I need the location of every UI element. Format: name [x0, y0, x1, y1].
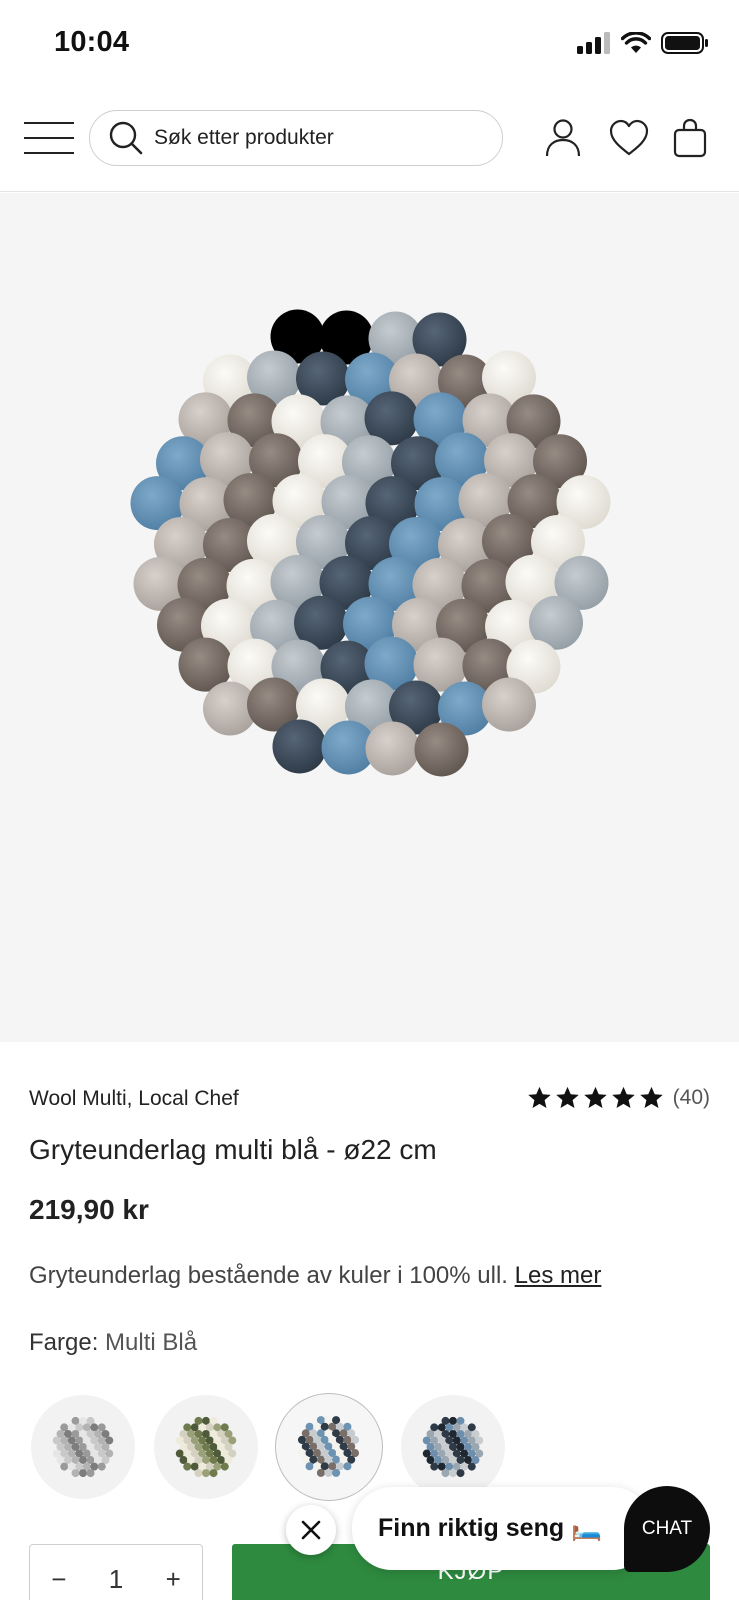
search-input[interactable]	[154, 126, 484, 150]
swatch-ball	[316, 1468, 325, 1477]
wifi-icon	[621, 32, 651, 53]
wool-balls	[130, 309, 611, 777]
read-more-link[interactable]: Les mer	[515, 1262, 602, 1289]
decrease-quantity-button[interactable]: −	[51, 1564, 66, 1595]
color-swatch-multi-blue[interactable]	[275, 1393, 383, 1501]
chat-button[interactable]: CHAT	[624, 1486, 710, 1572]
wool-ball	[414, 722, 469, 777]
swatch-ball	[86, 1469, 95, 1478]
swatch-ball	[183, 1462, 192, 1471]
swatch-ball	[449, 1469, 457, 1478]
color-swatch-gray[interactable]	[31, 1395, 135, 1499]
account-icon[interactable]	[544, 118, 582, 158]
status-time: 10:04	[54, 26, 130, 58]
quantity-value[interactable]: 1	[109, 1564, 123, 1595]
swatch-ball	[324, 1468, 333, 1477]
wishlist-heart-icon[interactable]	[608, 118, 650, 158]
color-label: Farge:	[29, 1329, 99, 1356]
star-icon	[583, 1086, 607, 1108]
wool-ball	[365, 721, 420, 776]
product-image	[130, 309, 611, 777]
increase-quantity-button[interactable]: +	[166, 1564, 181, 1595]
product-rating[interactable]: (40)	[527, 1086, 710, 1110]
quantity-stepper: − 1 +	[29, 1544, 203, 1600]
status-icons	[577, 32, 709, 54]
status-bar: 10:04	[0, 0, 739, 90]
swatch-ball	[332, 1468, 341, 1477]
color-swatch-dark[interactable]	[401, 1395, 505, 1499]
product-title: Gryteunderlag multi blå - ø22 cm	[29, 1134, 437, 1165]
swatch-ball	[71, 1469, 80, 1478]
battery-icon	[661, 32, 708, 54]
rating-stars	[527, 1086, 664, 1110]
close-icon	[301, 1520, 321, 1540]
star-icon	[555, 1086, 579, 1108]
swatch-ball	[194, 1469, 203, 1478]
swatch-ball	[60, 1462, 69, 1471]
search-icon	[109, 121, 143, 155]
search-bar[interactable]	[89, 110, 503, 166]
star-icon	[639, 1086, 663, 1108]
menu-icon-line	[24, 137, 74, 139]
cart-bag-icon[interactable]	[673, 118, 707, 158]
color-swatch-green[interactable]	[154, 1395, 258, 1499]
swatch-image	[422, 1416, 484, 1478]
wool-ball	[482, 677, 536, 732]
swatch-ball	[305, 1462, 314, 1471]
swatch-ball	[220, 1462, 229, 1471]
swatch-ball	[467, 1462, 476, 1471]
swatch-ball	[441, 1469, 450, 1478]
star-icon	[527, 1086, 551, 1108]
swatch-ball	[343, 1462, 352, 1471]
product-price: 219,90 kr	[29, 1194, 149, 1225]
star-icon	[611, 1086, 635, 1108]
swatch-ball	[209, 1469, 218, 1478]
signal-icon	[577, 32, 610, 54]
swatch-image	[52, 1416, 114, 1478]
swatch-image	[175, 1416, 237, 1478]
chat-promo-bubble[interactable]: Finn riktig seng 🛏️	[352, 1487, 652, 1570]
swatch-ball	[456, 1469, 465, 1478]
swatch-image	[297, 1416, 360, 1477]
site-header	[0, 90, 739, 192]
swatch-ball	[430, 1462, 439, 1471]
description-text: Gryteunderlag bestående av kuler i 100% …	[29, 1262, 508, 1289]
color-value: Multi Blå	[105, 1329, 198, 1356]
swatch-ball	[202, 1469, 210, 1478]
menu-button[interactable]	[24, 120, 76, 156]
swatch-ball	[79, 1469, 87, 1478]
menu-icon-line	[24, 152, 74, 154]
menu-icon	[24, 122, 74, 124]
close-chat-promo-button[interactable]	[286, 1505, 336, 1555]
rating-count: (40)	[672, 1086, 710, 1109]
wool-ball	[272, 719, 327, 774]
swatch-ball	[97, 1462, 106, 1471]
product-image-area[interactable]	[0, 193, 739, 1042]
color-selector-label: Farge: Multi Blå	[29, 1329, 710, 1357]
product-description: Gryteunderlag bestående av kuler i 100% …	[29, 1262, 710, 1290]
